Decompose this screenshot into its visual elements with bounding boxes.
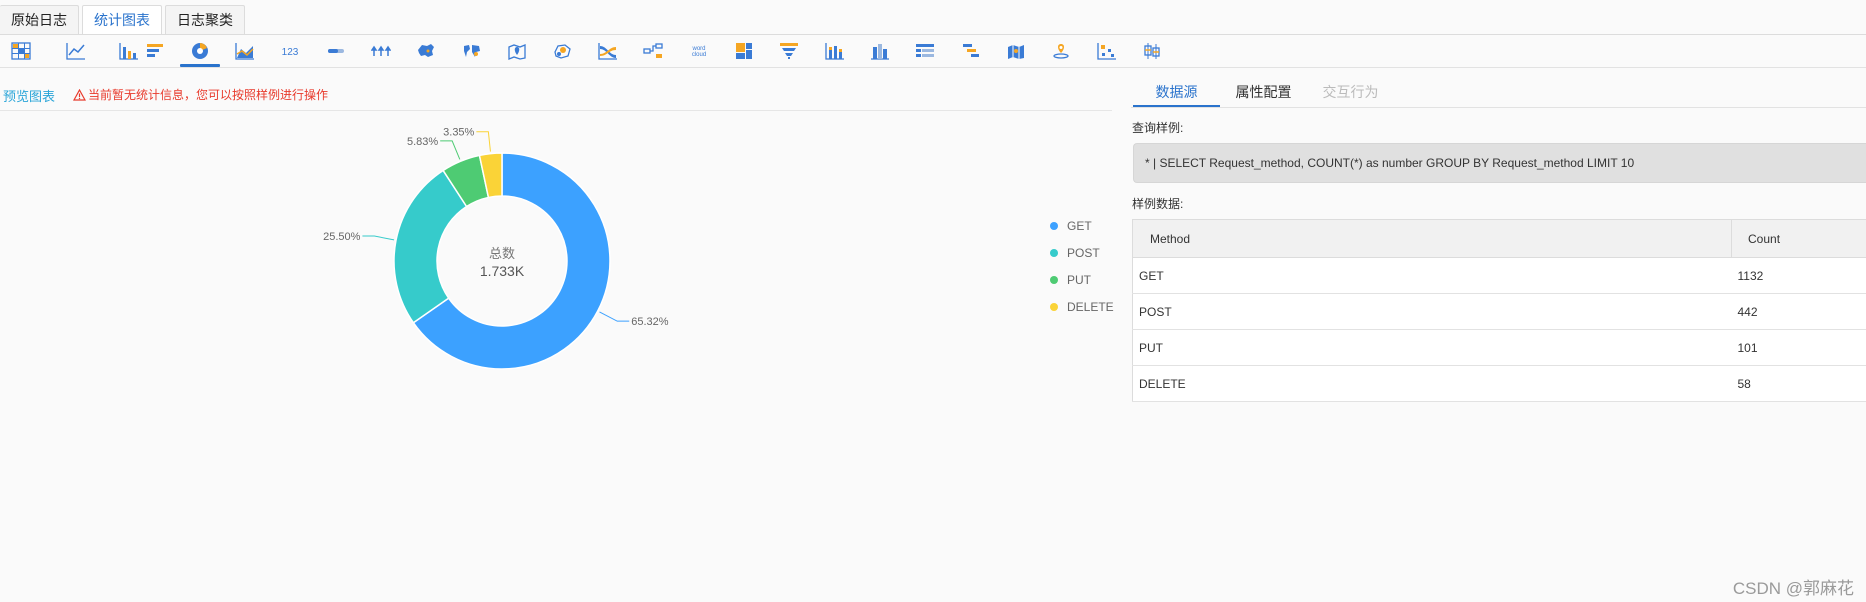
line-chart-icon[interactable]	[56, 35, 96, 67]
column-header-count[interactable]: Count	[1731, 219, 1866, 258]
table-cell-method: POST	[1132, 293, 1732, 330]
chart-type-toolbar: 123 word cloud	[0, 35, 1866, 67]
donut-center-label: 总数	[489, 246, 515, 261]
pie-chart-icon[interactable]	[180, 35, 220, 67]
tab-raw-logs[interactable]: 原始日志	[0, 5, 79, 35]
flow-icon[interactable]	[361, 35, 401, 67]
table-row: PUT 101	[1132, 329, 1866, 366]
table-cell-count: 101	[1731, 329, 1866, 366]
table-row: GET 1132	[1132, 257, 1866, 294]
table-cell-count: 58	[1731, 365, 1866, 402]
table-row: POST 442	[1132, 293, 1866, 330]
donut-center-value: 1.733K	[480, 263, 525, 279]
legend-item-get[interactable]: GET	[1050, 212, 1114, 239]
top-tabs: 原始日志 统计图表 日志聚类	[0, 5, 248, 35]
right-panel-tabs: 数据源 属性配置 交互行为	[1133, 80, 1394, 107]
preview-chart-title: 预览图表	[3, 89, 56, 104]
legend-item-post[interactable]: POST	[1050, 239, 1114, 266]
box-plot-icon[interactable]	[1132, 35, 1172, 67]
area-chart-icon[interactable]	[225, 35, 265, 67]
legend-dot	[1050, 221, 1058, 230]
table-cell-method: DELETE	[1132, 365, 1732, 402]
donut-chart: 65.32% 25.50% 5.83% 3.35% 总数 1.733K	[323, 127, 669, 370]
bubble-map-icon[interactable]	[542, 35, 582, 67]
list-table-icon[interactable]	[905, 35, 945, 67]
sample-data-table: Method Count GET 1132 POST 442 PUT 101 D…	[1132, 219, 1866, 402]
chart-legend: GET POST PUT DELETE	[1050, 212, 1114, 320]
query-example-label: 查询样例:	[1132, 121, 1184, 135]
legend-dot	[1050, 302, 1058, 311]
china-map-icon[interactable]	[406, 35, 446, 67]
pie-slice-post[interactable]	[393, 169, 468, 324]
tab-data-source[interactable]: 数据源	[1133, 80, 1220, 107]
query-example-box[interactable]: * | SELECT Request_method, COUNT(*) as n…	[1133, 143, 1866, 183]
preview-warning: 当前暂无统计信息，您可以按照样例进行操作	[73, 86, 328, 103]
tab-statistics-chart[interactable]: 统计图表	[82, 5, 162, 35]
tab-log-clustering[interactable]: 日志聚类	[165, 5, 245, 35]
number-icon[interactable]: 123	[270, 35, 310, 67]
pie-percent-label: 25.50%	[323, 231, 361, 243]
gantt-icon[interactable]	[951, 35, 991, 67]
toolbar-divider	[0, 67, 1866, 68]
right-tabs-divider	[1131, 107, 1866, 108]
table-cell-count: 1132	[1731, 257, 1866, 294]
city-map-icon[interactable]	[996, 35, 1036, 67]
warning-icon	[73, 88, 86, 101]
location-icon[interactable]	[1041, 35, 1081, 67]
sankey-icon[interactable]	[588, 35, 628, 67]
word-cloud-icon[interactable]: word cloud	[679, 35, 719, 67]
table-cell-method: GET	[1132, 257, 1732, 294]
legend-dot	[1050, 248, 1058, 257]
table-cell-count: 442	[1731, 293, 1866, 330]
sample-data-label: 样例数据:	[1132, 197, 1184, 211]
legend-label: POST	[1067, 245, 1100, 260]
table-row: DELETE 58	[1132, 365, 1866, 402]
progress-bar-icon[interactable]	[316, 35, 356, 67]
legend-label: DELETE	[1067, 299, 1114, 314]
legend-label: GET	[1067, 218, 1092, 233]
map-pin-icon[interactable]	[497, 35, 537, 67]
legend-dot	[1050, 275, 1058, 284]
world-map-icon[interactable]	[452, 35, 492, 67]
svg-text:123: 123	[282, 47, 299, 58]
legend-label: PUT	[1067, 272, 1091, 287]
tree-icon[interactable]	[633, 35, 673, 67]
treemap-icon[interactable]	[724, 35, 764, 67]
table-cell-method: PUT	[1132, 329, 1732, 366]
horizontal-bar-icon[interactable]	[135, 35, 175, 67]
label-leader-line	[440, 140, 461, 160]
preview-warning-text: 当前暂无统计信息，您可以按照样例进行操作	[88, 88, 329, 102]
pie-percent-label: 65.32%	[631, 316, 669, 328]
column-header-method[interactable]: Method	[1132, 219, 1732, 258]
svg-text:cloud: cloud	[692, 52, 706, 58]
scatter-icon[interactable]	[1087, 35, 1127, 67]
tab-property-config[interactable]: 属性配置	[1220, 80, 1307, 107]
table-header-row: Method Count	[1132, 219, 1866, 258]
column-icon[interactable]	[860, 35, 900, 67]
legend-item-delete[interactable]: DELETE	[1050, 293, 1114, 320]
label-leader-line	[362, 235, 395, 241]
table-icon[interactable]	[1, 35, 41, 67]
watermark: CSDN @郭麻花	[1732, 579, 1854, 598]
tab-interaction[interactable]: 交互行为	[1307, 80, 1394, 107]
pie-percent-label: 5.83%	[407, 136, 438, 148]
label-leader-line	[476, 131, 491, 152]
funnel-icon[interactable]	[769, 35, 809, 67]
pie-percent-label: 3.35%	[443, 127, 474, 139]
legend-item-put[interactable]: PUT	[1050, 266, 1114, 293]
label-leader-line	[599, 311, 630, 322]
stacked-bar-icon[interactable]	[815, 35, 855, 67]
